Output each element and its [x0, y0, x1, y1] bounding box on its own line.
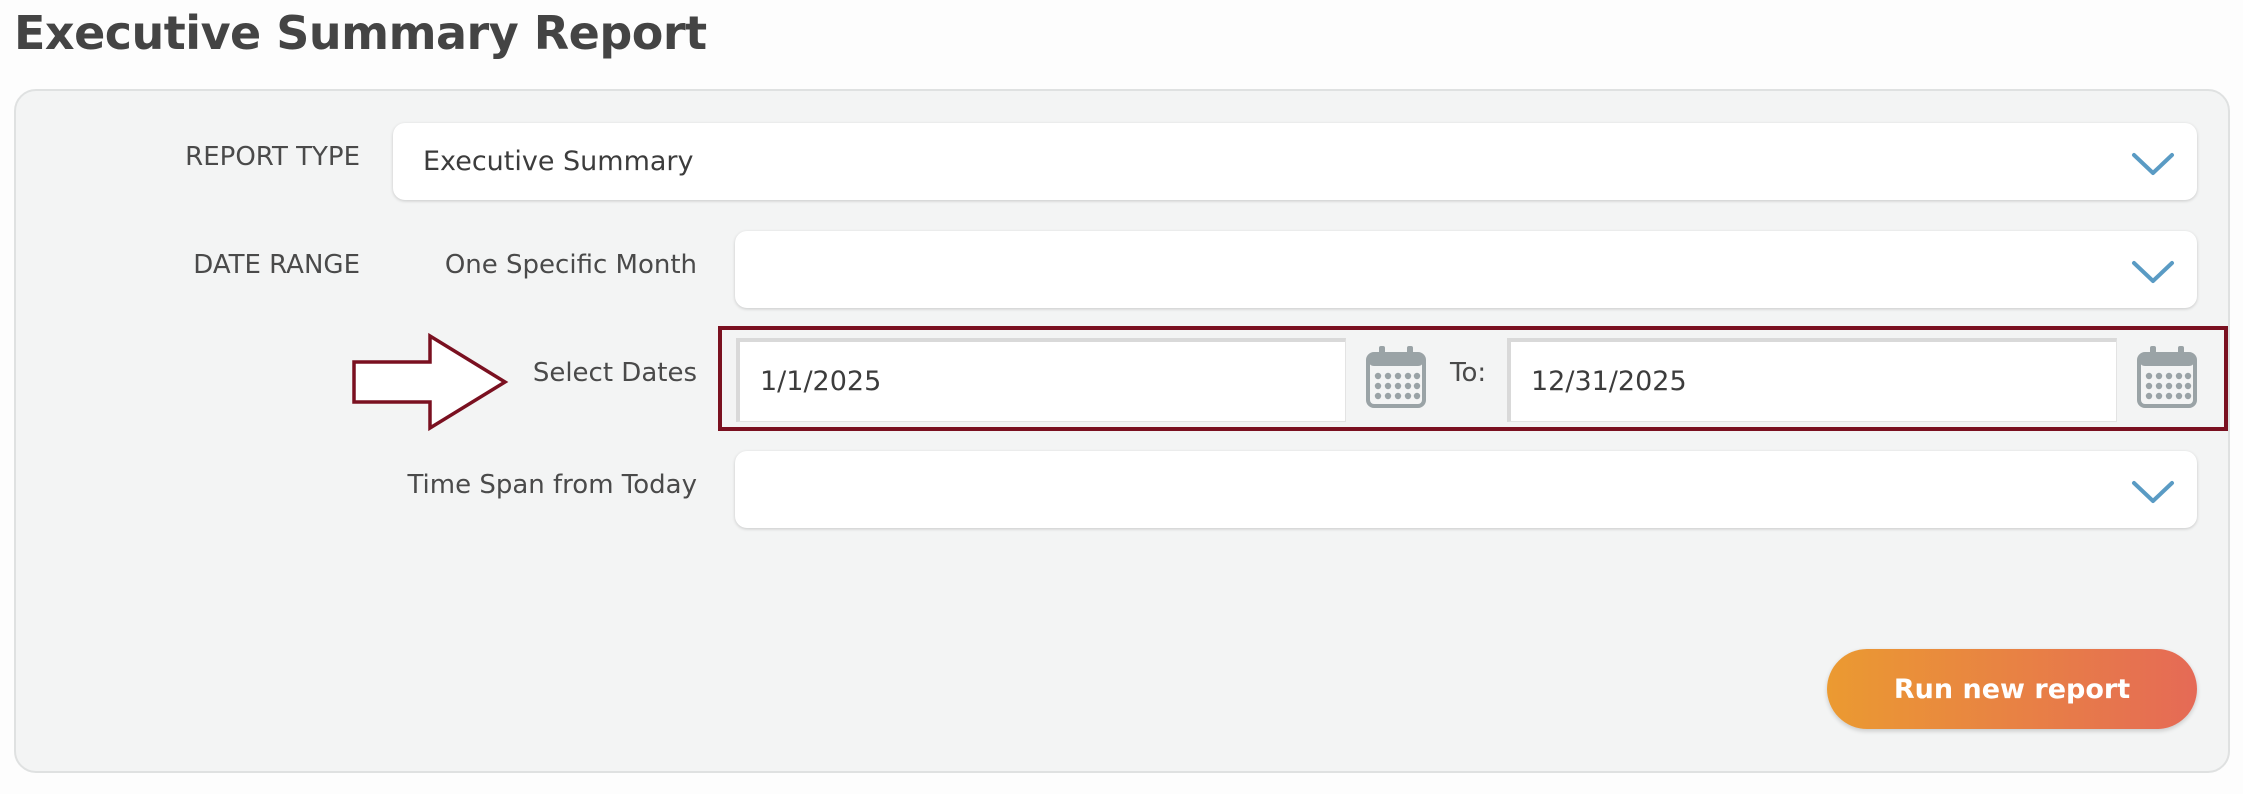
calendar-icon[interactable]	[1365, 344, 1427, 410]
report-type-value: Executive Summary	[423, 146, 694, 177]
run-new-report-button[interactable]: Run new report	[1827, 649, 2197, 729]
one-specific-month-label: One Specific Month	[444, 250, 697, 280]
calendar-icon[interactable]	[2136, 344, 2198, 410]
chevron-down-icon[interactable]	[2131, 259, 2175, 285]
from-date-input[interactable]	[740, 342, 1345, 421]
report-type-label: REPORT TYPE	[185, 142, 360, 172]
date-range-label: DATE RANGE	[193, 250, 360, 280]
to-label: To:	[1450, 358, 1487, 388]
time-span-select[interactable]	[735, 451, 2197, 528]
from-date-field[interactable]	[736, 338, 1346, 422]
to-date-input[interactable]	[1511, 342, 2116, 421]
chevron-down-icon[interactable]	[2131, 151, 2175, 177]
page-title: Executive Summary Report	[14, 6, 707, 60]
chevron-down-icon[interactable]	[2131, 479, 2175, 505]
one-specific-month-select[interactable]	[735, 231, 2197, 308]
to-date-field[interactable]	[1507, 338, 2117, 422]
select-dates-label: Select Dates	[532, 358, 697, 388]
time-span-label: Time Span from Today	[407, 470, 697, 500]
arrow-right-icon	[352, 332, 509, 432]
report-type-select[interactable]: Executive Summary	[393, 123, 2197, 200]
